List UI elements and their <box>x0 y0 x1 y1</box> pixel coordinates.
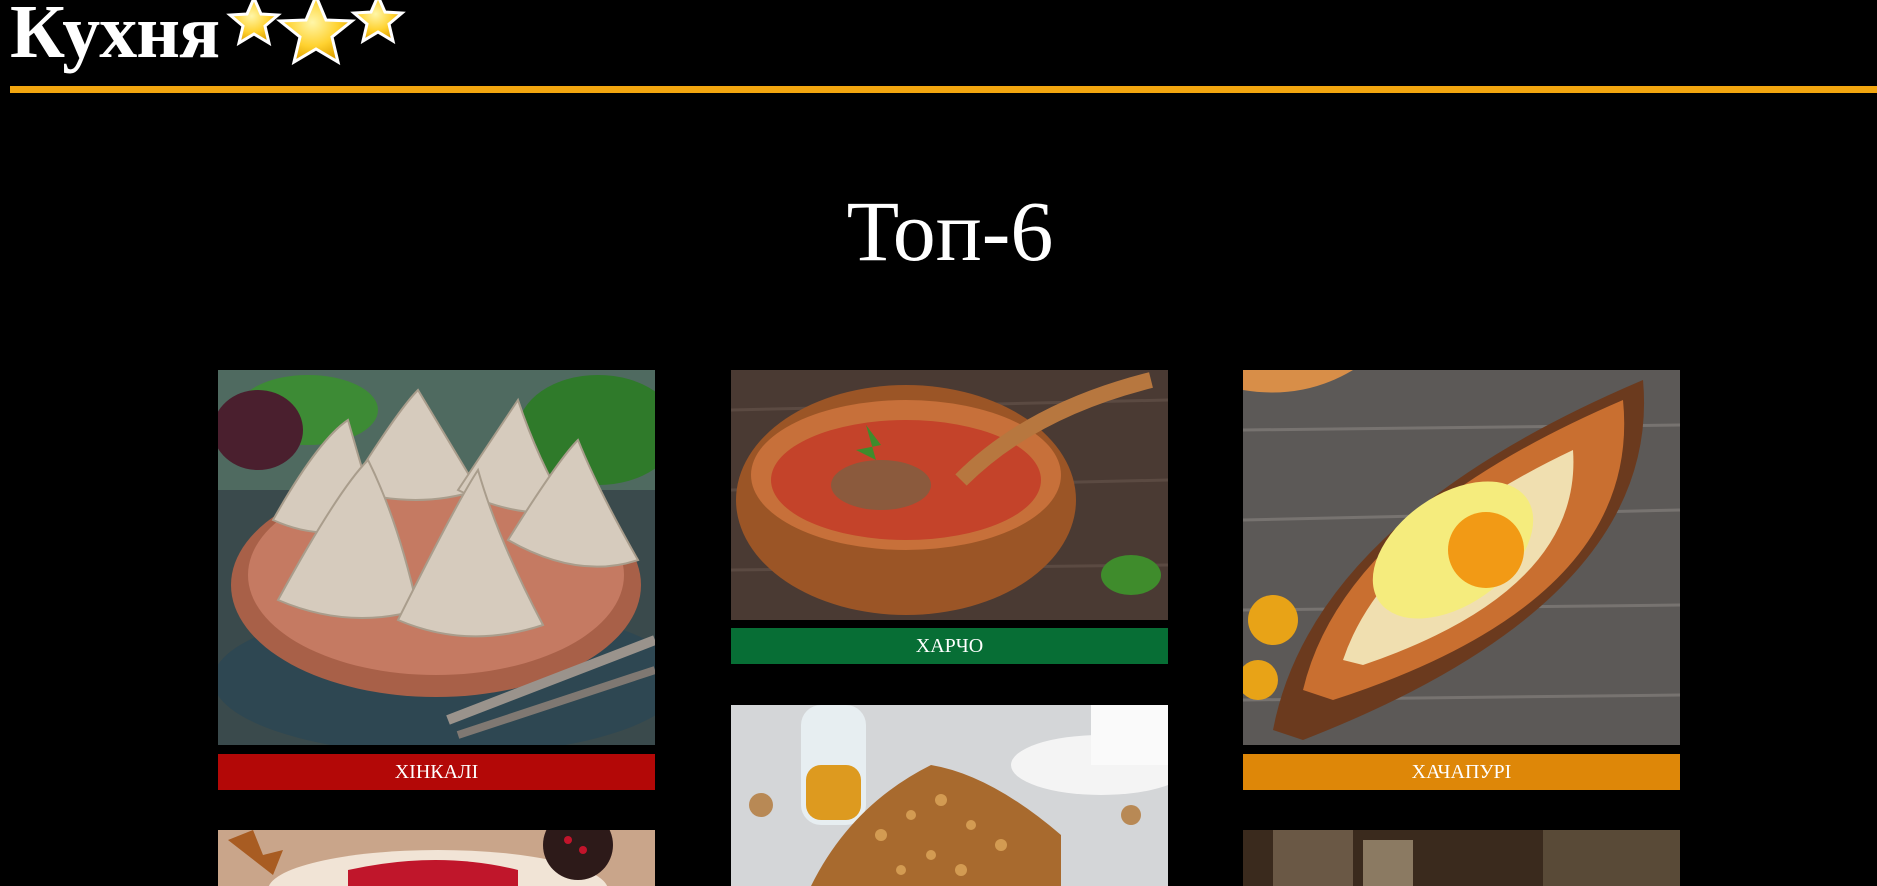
dish-card-khinkali[interactable]: ХІНКАЛІ <box>218 370 655 790</box>
dessert-photo-3[interactable] <box>1243 830 1680 886</box>
dish-label-khachapuri[interactable]: ХАЧАПУРІ <box>1243 754 1680 790</box>
dish-card-kharcho[interactable]: ХАРЧО <box>731 370 1168 665</box>
dish-card-row2-1[interactable] <box>218 830 655 886</box>
site-header: Кухня <box>0 0 1877 95</box>
khachapuri-photo[interactable] <box>1243 370 1680 745</box>
three-stars-icon <box>226 0 406 66</box>
dish-label-khinkali[interactable]: ХІНКАЛІ <box>218 754 655 790</box>
dessert-photo-2[interactable] <box>731 705 1168 886</box>
header-divider <box>10 86 1877 93</box>
dish-label-kharcho[interactable]: ХАРЧО <box>731 628 1168 664</box>
kharcho-photo[interactable] <box>731 370 1168 620</box>
dish-card-row2-3[interactable] <box>1243 830 1680 886</box>
dish-card-row2-2[interactable] <box>731 705 1168 886</box>
dish-card-khachapuri[interactable]: ХАЧАПУРІ <box>1243 370 1680 790</box>
dessert-photo-1[interactable] <box>218 830 655 886</box>
page-title: Топ-6 <box>846 183 1054 279</box>
site-logo-text[interactable]: Кухня <box>10 0 220 70</box>
khinkali-photo[interactable] <box>218 370 655 745</box>
